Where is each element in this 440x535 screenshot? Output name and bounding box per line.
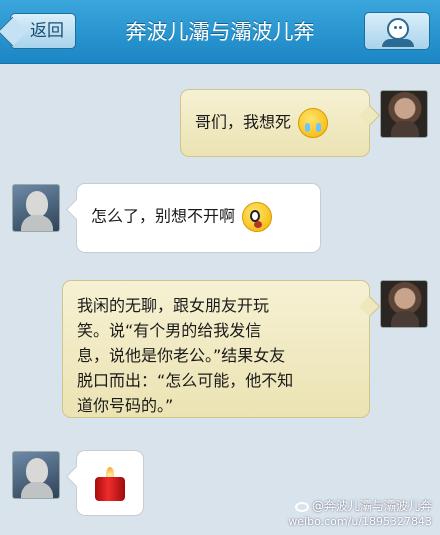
my-avatar[interactable] bbox=[380, 280, 428, 328]
message-line: 笑。说“有个男的给我发信 bbox=[77, 321, 262, 340]
message-line: 我闲的无聊，跟女朋友开玩 bbox=[77, 296, 270, 315]
chat-title: 奔波儿灞与灞波儿奔 bbox=[125, 20, 315, 44]
user-icon-body bbox=[382, 39, 414, 47]
watermark-handle: @奔波儿灞与灞波儿奔 bbox=[294, 497, 432, 514]
contact-avatar[interactable] bbox=[12, 184, 60, 232]
contact-avatar[interactable] bbox=[12, 451, 60, 499]
candle-wax bbox=[95, 477, 125, 501]
message-bubble-sent[interactable]: 我闲的无聊，跟女朋友开玩 笑。说“有个男的给我发信 息，说他是你老公。”结果女友… bbox=[62, 280, 370, 418]
surprised-face-icon bbox=[242, 202, 273, 232]
my-avatar[interactable] bbox=[380, 90, 428, 138]
message-line: 道你号码的。” bbox=[77, 396, 174, 415]
message-bubble-received[interactable]: 怎么了，别想不开啊 bbox=[76, 183, 321, 253]
message-bubble-sent[interactable]: 哥们，我想死 bbox=[180, 89, 370, 157]
watermark-handle-text: @奔波儿灞与灞波儿奔 bbox=[311, 499, 432, 513]
red-candle-icon bbox=[95, 467, 125, 501]
weibo-icon bbox=[294, 501, 309, 512]
message-line: 脱口而出：“怎么可能，他不知 bbox=[77, 371, 294, 390]
message-text: 怎么了，别想不开啊 bbox=[91, 206, 236, 226]
watermark-url: weibo.com/u/1895327843 bbox=[288, 515, 432, 528]
chat-header: 返回 奔波儿灞与灞波儿奔 bbox=[0, 0, 440, 64]
profile-button[interactable] bbox=[364, 12, 430, 50]
back-button-label: 返回 bbox=[30, 21, 64, 41]
message-text: 哥们，我想死 bbox=[195, 112, 292, 132]
back-button[interactable]: 返回 bbox=[10, 13, 76, 49]
message-line: 息，说他是你老公。”结果女友 bbox=[77, 346, 286, 365]
crying-face-icon bbox=[298, 108, 329, 138]
message-bubble-received[interactable] bbox=[76, 450, 144, 516]
user-icon bbox=[387, 18, 409, 40]
